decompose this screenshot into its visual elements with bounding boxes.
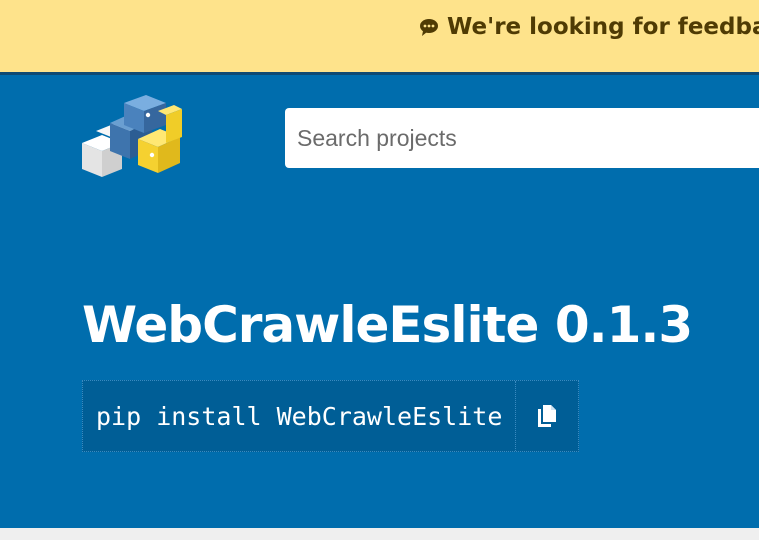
search-input[interactable] bbox=[285, 108, 759, 168]
chat-bubble-icon bbox=[419, 17, 439, 37]
copy-icon bbox=[538, 405, 557, 427]
feedback-banner: We're looking for feedback bbox=[0, 0, 759, 75]
pip-command[interactable]: pip install WebCrawleEslite bbox=[83, 381, 517, 451]
package-hero bbox=[0, 227, 759, 528]
content-area-top bbox=[0, 528, 759, 540]
feedback-link[interactable]: We're looking for feedback bbox=[419, 14, 759, 40]
pip-install-box: pip install WebCrawleEslite bbox=[82, 380, 580, 452]
pypi-logo[interactable] bbox=[82, 93, 182, 179]
feedback-text[interactable]: We're looking for feedback bbox=[447, 14, 759, 40]
package-title: WebCrawleEslite 0.1.3 bbox=[82, 296, 693, 354]
copy-button[interactable] bbox=[516, 381, 579, 451]
